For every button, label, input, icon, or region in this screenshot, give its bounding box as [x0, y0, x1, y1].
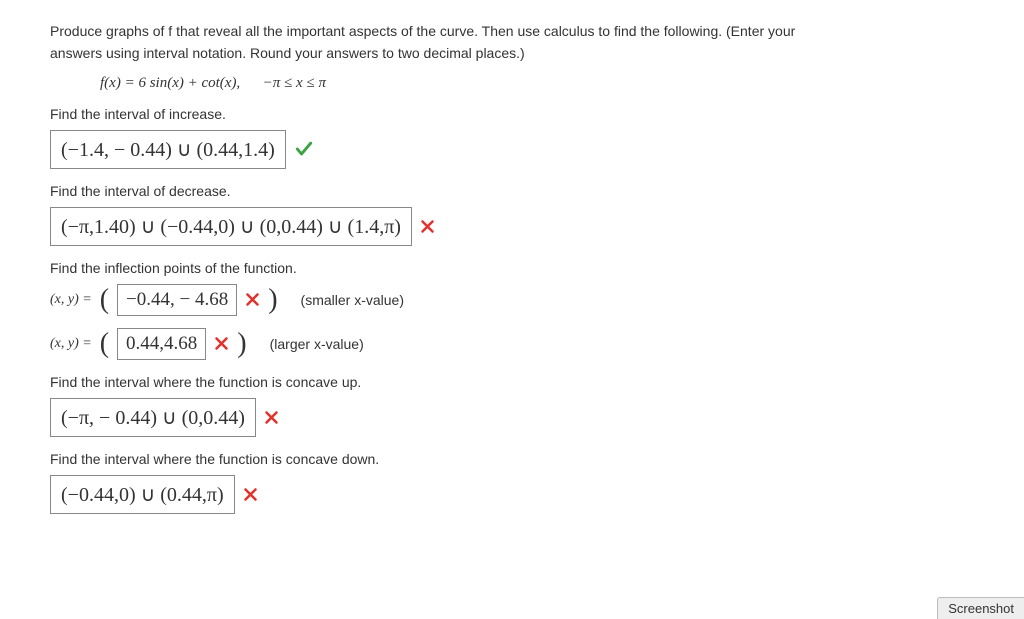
inflection-prefix-2: (x, y) = [50, 336, 92, 352]
cross-icon [264, 410, 279, 425]
close-paren-2: ) [237, 328, 246, 360]
intro-text: Produce graphs of f that reveal all the … [50, 20, 974, 65]
inflection-1-label: (smaller x-value) [301, 292, 404, 308]
check-icon [294, 139, 314, 159]
cross-icon [245, 292, 260, 307]
open-paren-2: ( [100, 328, 109, 360]
answer-decrease[interactable]: (−π,1.40) ∪ (−0.44,0) ∪ (0,0.44) ∪ (1.4,… [50, 207, 412, 246]
answer-inflection-1[interactable]: −0.44, − 4.68 [117, 284, 237, 316]
close-paren-1: ) [268, 284, 277, 316]
answer-concave-down[interactable]: (−0.44,0) ∪ (0.44,π) [50, 475, 235, 514]
prompt-decrease: Find the interval of decrease. [50, 183, 974, 199]
inflection-2-label: (larger x-value) [270, 336, 364, 352]
cross-icon [420, 219, 435, 234]
answer-inflection-2[interactable]: 0.44,4.68 [117, 328, 206, 360]
intro-line-2: answers using interval notation. Round y… [50, 45, 525, 61]
cross-icon [243, 487, 258, 502]
intro-line-1: Produce graphs of f that reveal all the … [50, 23, 795, 39]
function-definition: f(x) = 6 sin(x) + cot(x), −π ≤ x ≤ π [100, 75, 974, 92]
prompt-inflection: Find the inflection points of the functi… [50, 260, 974, 276]
prompt-increase: Find the interval of increase. [50, 106, 974, 122]
prompt-concave-down: Find the interval where the function is … [50, 451, 974, 467]
prompt-concave-up: Find the interval where the function is … [50, 374, 974, 390]
answer-increase[interactable]: (−1.4, − 0.44) ∪ (0.44,1.4) [50, 130, 286, 169]
open-paren-1: ( [100, 284, 109, 316]
screenshot-button[interactable]: Screenshot [937, 597, 1024, 619]
inflection-prefix-1: (x, y) = [50, 292, 92, 308]
cross-icon [214, 336, 229, 351]
answer-concave-up[interactable]: (−π, − 0.44) ∪ (0,0.44) [50, 398, 256, 437]
